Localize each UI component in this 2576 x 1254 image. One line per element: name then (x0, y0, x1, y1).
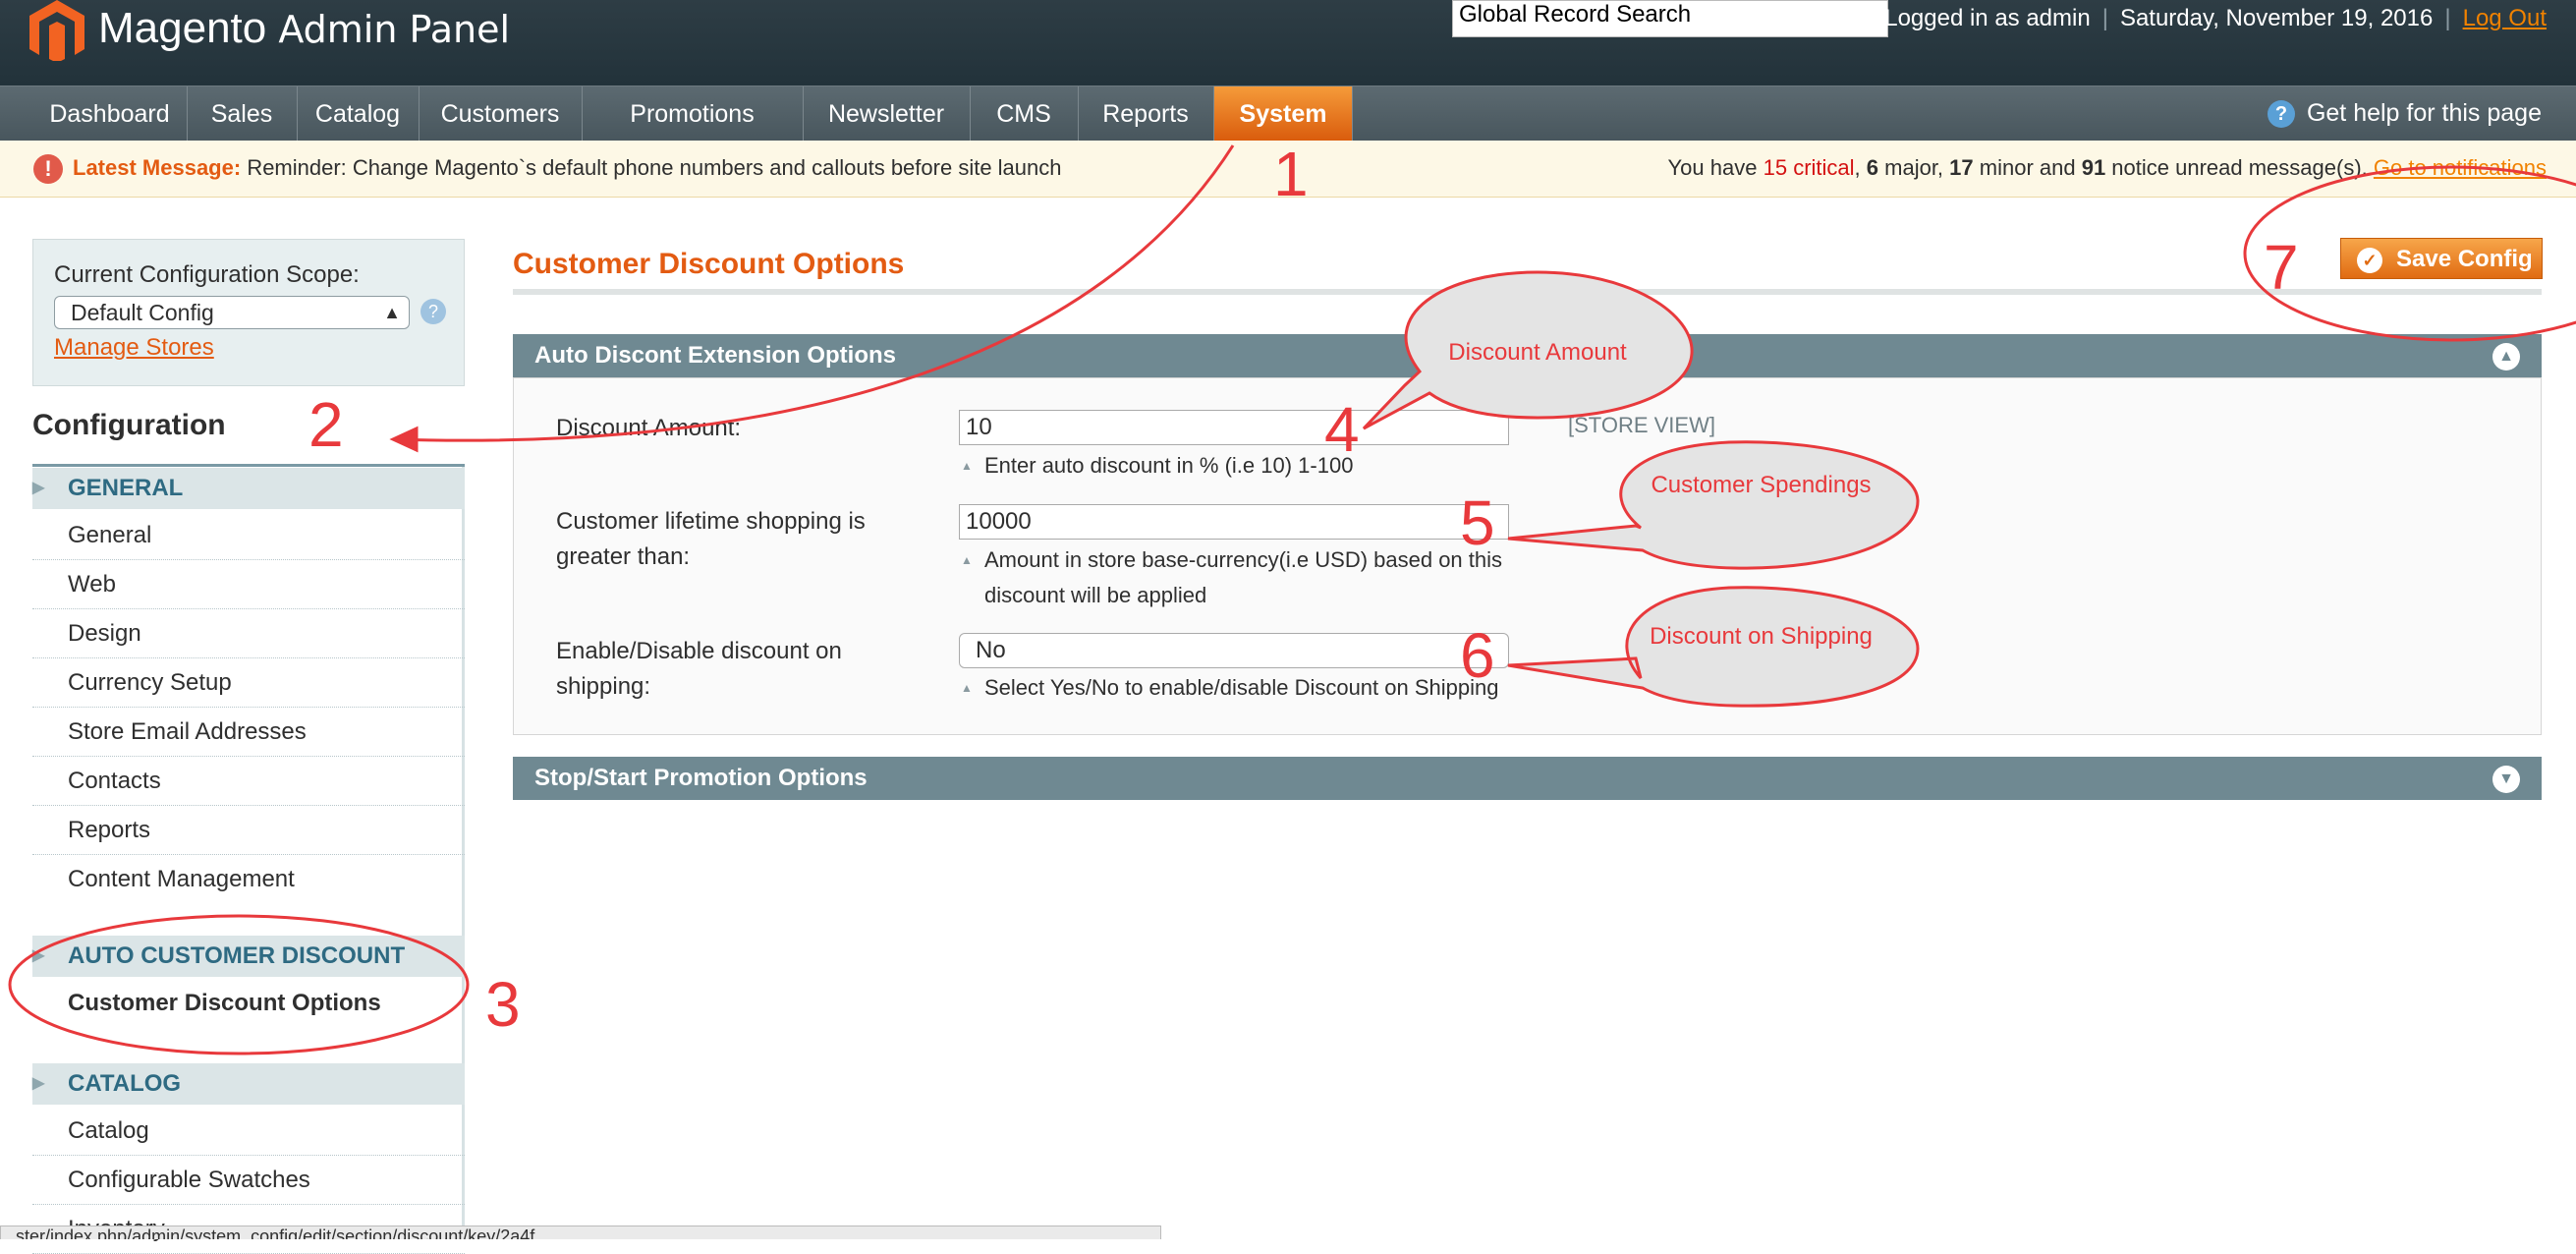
bubble-label-discount-amount: Discount Amount (1448, 339, 1627, 366)
highlight-ellipse-3 (8, 914, 470, 1055)
bubble-customer-spendings (1507, 440, 1920, 570)
annotation-number-1: 1 (1273, 139, 1309, 209)
annotation-number-5: 5 (1460, 487, 1495, 558)
bubble-label-discount-shipping: Discount on Shipping (1650, 623, 1873, 650)
annotation-number-2: 2 (308, 389, 344, 460)
annotation-number-3: 3 (485, 969, 521, 1040)
annotation-number-6: 6 (1460, 620, 1495, 691)
annotation-number-7: 7 (2264, 232, 2299, 303)
bubble-label-customer-spendings: Customer Spendings (1651, 472, 1872, 498)
annotation-number-4: 4 (1324, 394, 1360, 465)
arrow-head-icon (389, 426, 419, 453)
arrow-path (392, 144, 1235, 442)
